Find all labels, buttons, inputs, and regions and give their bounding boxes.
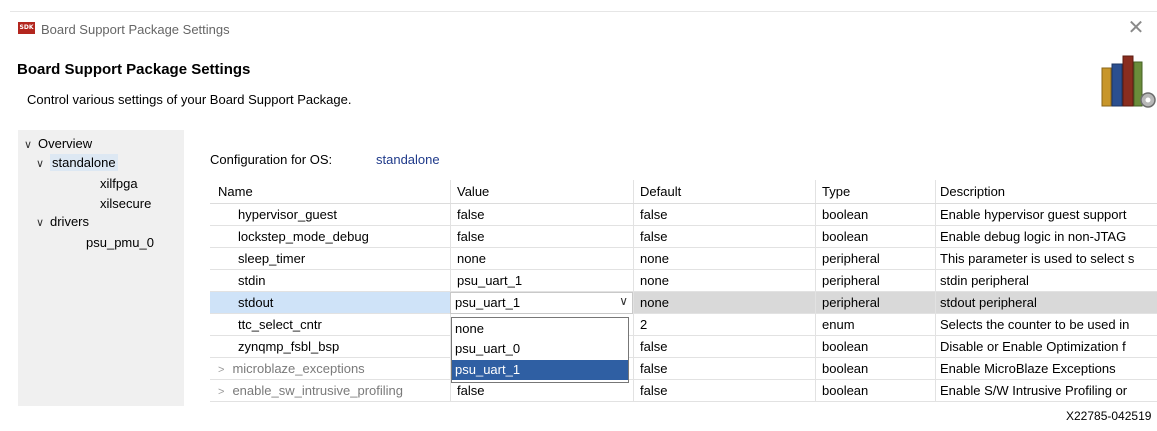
figure-id-label: X22785-042519: [1066, 409, 1152, 423]
chevron-right-icon[interactable]: >: [218, 364, 224, 376]
group-label: enable_sw_intrusive_profiling: [232, 383, 403, 398]
table-row-group[interactable]: > enable_sw_intrusive_profiling false fal…: [210, 380, 1157, 402]
property-type: boolean: [815, 380, 935, 401]
column-header-type[interactable]: Type: [815, 180, 935, 203]
dialog-description: Control various settings of your Board S…: [27, 92, 352, 107]
properties-table: Name Value Default Type Description hype…: [210, 180, 1157, 406]
table-header: Name Value Default Type Description: [210, 180, 1157, 204]
property-description: stdin peripheral: [935, 270, 1157, 291]
dropdown-option-psu-uart-1[interactable]: psu_uart_1: [452, 360, 628, 380]
property-type: boolean: [815, 358, 935, 379]
dropdown-option-none[interactable]: none: [452, 319, 628, 339]
property-default: 2: [633, 314, 815, 335]
property-description: Enable debug logic in non-JTAG: [935, 226, 1157, 247]
property-description: Enable S/W Intrusive Profiling or: [935, 380, 1157, 401]
table-row[interactable]: lockstep_mode_debug false false boolean …: [210, 226, 1157, 248]
property-description: Enable hypervisor guest support: [935, 204, 1157, 225]
property-value[interactable]: false: [450, 226, 633, 247]
tree-item-xilfpga[interactable]: xilfpga: [100, 175, 138, 193]
property-default: false: [633, 226, 815, 247]
property-description: Selects the counter to be used in: [935, 314, 1157, 335]
property-name: stdout: [210, 292, 450, 313]
property-default: false: [633, 380, 815, 401]
tree-item-overview[interactable]: ∨ Overview: [24, 133, 92, 154]
property-default: false: [633, 358, 815, 379]
property-type: peripheral: [815, 270, 935, 291]
property-type: peripheral: [815, 292, 935, 313]
property-value[interactable]: false: [450, 204, 633, 225]
property-description: Disable or Enable Optimization f: [935, 336, 1157, 357]
property-type: enum: [815, 314, 935, 335]
dropdown-option-psu-uart-0[interactable]: psu_uart_0: [452, 339, 628, 359]
property-description: Enable MicroBlaze Exceptions: [935, 358, 1157, 379]
chevron-right-icon[interactable]: >: [218, 386, 224, 398]
table-row[interactable]: hypervisor_guest false false boolean Ena…: [210, 204, 1157, 226]
tree-item-xilsecure[interactable]: xilsecure: [100, 195, 151, 213]
title-bar: SDK Board Support Package Settings ✕: [10, 12, 1157, 48]
column-header-description[interactable]: Description: [935, 180, 1157, 203]
tree-item-drivers[interactable]: ∨ drivers: [36, 211, 89, 232]
bsp-settings-window: SDK Board Support Package Settings ✕ Boa…: [10, 11, 1157, 406]
property-type: boolean: [815, 204, 935, 225]
property-name: stdin: [238, 273, 266, 288]
combobox-value: psu_uart_1: [455, 295, 521, 310]
property-type: boolean: [815, 226, 935, 247]
sdk-app-icon: SDK: [18, 22, 35, 34]
property-value[interactable]: none: [450, 248, 633, 269]
value-dropdown-list: none psu_uart_0 psu_uart_1: [451, 317, 629, 383]
property-name: lockstep_mode_debug: [238, 229, 369, 244]
table-row[interactable]: stdin psu_uart_1 none peripheral stdin p…: [210, 270, 1157, 292]
close-button[interactable]: ✕: [1127, 18, 1145, 38]
tree-item-psu-pmu-0[interactable]: psu_pmu_0: [86, 234, 154, 252]
table-row[interactable]: ttc_select_cntr 2 enum Selects the count…: [210, 314, 1157, 336]
property-description: This parameter is used to select s: [935, 248, 1157, 269]
property-name: hypervisor_guest: [238, 207, 337, 222]
books-icon: [1101, 55, 1156, 108]
property-default: false: [633, 336, 815, 357]
table-row-group[interactable]: >microblaze_exceptions false false boole…: [210, 358, 1157, 380]
column-header-name[interactable]: Name: [210, 180, 450, 203]
config-os-label: Configuration for OS:: [210, 152, 333, 167]
property-default: false: [633, 204, 815, 225]
column-header-default[interactable]: Default: [633, 180, 815, 203]
property-group-name[interactable]: > microblaze_exceptions: [210, 358, 450, 379]
window-title: Board Support Package Settings: [41, 22, 230, 37]
property-description: stdout peripheral: [935, 292, 1157, 313]
chevron-down-icon[interactable]: ∨: [619, 294, 628, 308]
table-row[interactable]: sleep_timer none none peripheral This pa…: [210, 248, 1157, 270]
property-name: ttc_select_cntr: [238, 317, 322, 332]
config-os-value: standalone: [376, 152, 440, 167]
settings-tree: ∨ Overview ∨ standalone xilfpga xilsecure …: [18, 130, 184, 406]
table-row[interactable]: zynqmp_fsbl_bsp false boolean Disable or…: [210, 336, 1157, 358]
group-label: microblaze_exceptions: [232, 361, 365, 376]
property-group-name[interactable]: > enable_sw_intrusive_profiling: [210, 380, 450, 401]
property-value[interactable]: psu_uart_1: [450, 270, 633, 291]
tree-item-standalone[interactable]: ∨ standalone: [36, 152, 118, 173]
property-name: zynqmp_fsbl_bsp: [238, 339, 340, 354]
property-name: sleep_timer: [238, 251, 306, 266]
chevron-down-icon: ∨: [36, 217, 45, 229]
value-combobox[interactable]: psu_uart_1 ∨: [450, 292, 633, 314]
table-row-selected[interactable]: stdout psu_uart_1 ∨ none peripheral stdo…: [210, 292, 1157, 314]
property-type: boolean: [815, 336, 935, 357]
property-value[interactable]: false: [450, 380, 633, 401]
column-header-value[interactable]: Value: [450, 180, 633, 203]
dialog-heading: Board Support Package Settings: [17, 61, 251, 78]
property-default: none: [633, 292, 815, 313]
property-default: none: [633, 270, 815, 291]
property-type: peripheral: [815, 248, 935, 269]
property-default: none: [633, 248, 815, 269]
chevron-down-icon: ∨: [36, 158, 45, 170]
